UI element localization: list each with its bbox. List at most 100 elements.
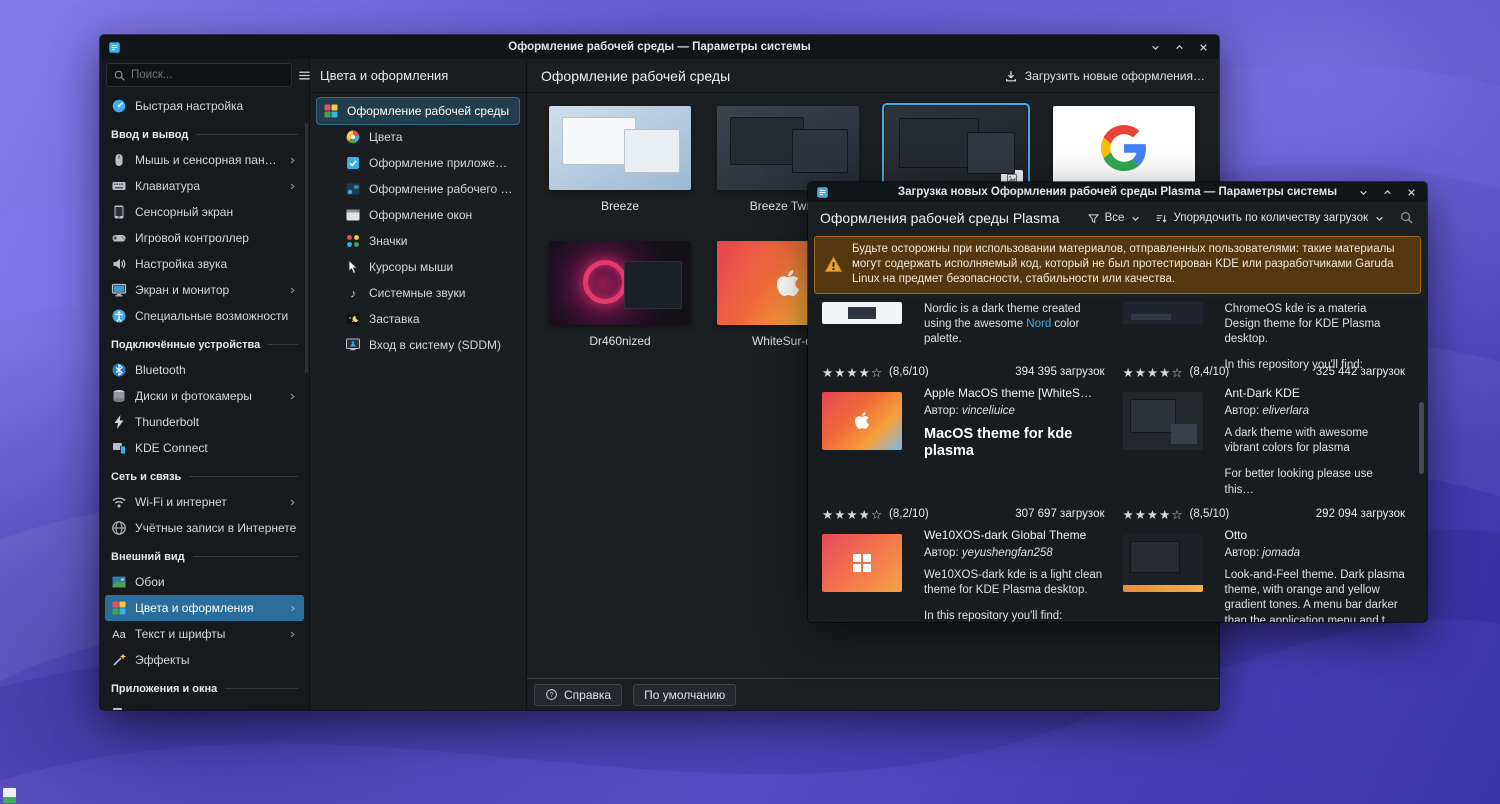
inline-link[interactable]: Nord	[1026, 318, 1051, 330]
app-style-icon	[345, 155, 361, 171]
theme-entry[interactable]: Otto Автор: jomada Look-and-Feel theme. …	[1122, 528, 1406, 622]
subnav-item[interactable]: Цвета	[317, 124, 519, 150]
sidebar-nav: Быстрая настройка Ввод и вывод Мышь и се…	[100, 91, 309, 710]
sidebar-item[interactable]: Bluetooth	[105, 357, 304, 383]
sidebar-item[interactable]: Цвета и оформления	[105, 595, 304, 621]
search-icon	[113, 69, 126, 82]
desktop: Оформление рабочей среды — Параметры сис…	[0, 0, 1500, 804]
theme-preview[interactable]	[549, 241, 691, 325]
entry-author: Автор: jomada	[1224, 547, 1301, 560]
entry-description: Look-and-Feel theme. Dark plasma theme, …	[1224, 568, 1405, 622]
sidebar-item[interactable]: Клавиатура	[105, 173, 304, 199]
chevron-right-icon	[287, 155, 298, 166]
theme-entry[interactable]: Apple MacOS theme [WhiteS… Автор: vincel…	[822, 386, 1105, 528]
sidebar-item[interactable]: Игровой контроллер	[105, 225, 304, 251]
theme-name: Dr460nized	[589, 334, 651, 348]
theme-preview[interactable]	[1053, 106, 1195, 190]
theme-entry[interactable]: We10XOS-dark Global Theme Автор: yeyushe…	[822, 528, 1105, 622]
sidebar-item[interactable]: Экран и монитор	[105, 277, 304, 303]
sidebar-item[interactable]: Aa Текст и шрифты	[105, 621, 304, 647]
chevron-right-icon	[287, 629, 298, 640]
subnav-item[interactable]: Вход в систему (SDDM)	[317, 332, 519, 358]
subnav-item[interactable]: Оформление рабочего сто…	[317, 176, 519, 202]
entry-thumbnail	[822, 533, 902, 592]
theme-card[interactable]: Breeze	[549, 106, 691, 241]
global-theme-icon	[323, 103, 339, 119]
theme-entry[interactable]: Nordic is a dark theme created using the…	[822, 301, 1105, 386]
sidebar-item[interactable]: Диски и фотокамеры	[105, 383, 304, 409]
sidebar-item[interactable]: Сенсорный экран	[105, 199, 304, 225]
system-settings-app-icon	[108, 41, 121, 54]
sidebar-item[interactable]: Настройка звука	[105, 251, 304, 277]
theme-entry[interactable]: ChromeOS kde is a materia Design theme f…	[1122, 301, 1405, 386]
download-icon	[1004, 69, 1018, 83]
dialog-search-button[interactable]	[1399, 210, 1415, 226]
theme-preview[interactable]	[549, 106, 691, 190]
sidebar-item[interactable]: Мышь и сенсорная панель	[105, 147, 304, 173]
touchscreen-icon	[111, 204, 127, 220]
entry-title: Apple MacOS theme [WhiteS…	[924, 385, 1093, 400]
get-new-themes-dialog: Загрузка новых Оформления рабочей среды …	[808, 182, 1427, 622]
sidebar-item[interactable]	[105, 701, 304, 710]
sidebar-item[interactable]: KDE Connect	[105, 435, 304, 461]
dialog-maximize-button[interactable]	[1380, 185, 1395, 200]
chevron-right-icon	[287, 391, 298, 402]
filter-dropdown[interactable]: Все	[1087, 212, 1143, 225]
theme-card[interactable]: Dr460nized	[549, 241, 691, 376]
sidebar-item[interactable]: Эффекты	[105, 647, 304, 673]
window-decorations-icon	[345, 207, 361, 223]
entry-author: Автор: yeyushengfan258	[924, 547, 1053, 560]
subnav-item[interactable]: Курсоры мыши	[317, 254, 519, 280]
sidebar-item[interactable]: Быстрая настройка	[105, 93, 304, 119]
scrollbar-handle[interactable]	[1419, 402, 1424, 474]
google-logo	[1101, 125, 1147, 171]
chevron-right-icon	[287, 285, 298, 296]
cursors-icon	[345, 259, 361, 275]
sidebar-item[interactable]: Специальные возможности	[105, 303, 304, 329]
desktop-file-icon[interactable]	[3, 788, 16, 803]
icons-icon	[345, 233, 361, 249]
minimize-button[interactable]	[1148, 40, 1163, 55]
maximize-button[interactable]	[1172, 40, 1187, 55]
close-button[interactable]	[1196, 40, 1211, 55]
search-box[interactable]	[106, 63, 292, 87]
theme-entry[interactable]: Ant-Dark KDE Автор: eliverlara A dark th…	[1122, 386, 1405, 528]
quick-settings-icon	[111, 98, 127, 114]
search-input[interactable]	[131, 69, 285, 81]
subnav-item[interactable]: Значки	[317, 228, 519, 254]
rating-stars: ★★★★☆	[1122, 507, 1184, 522]
help-icon: ?	[545, 688, 558, 701]
get-new-themes-button[interactable]: Загрузить новые оформления…	[1004, 69, 1205, 83]
dialog-minimize-button[interactable]	[1356, 185, 1371, 200]
svg-text:Aa: Aa	[112, 629, 126, 641]
screen-locking-icon	[345, 311, 361, 327]
menu-button[interactable]	[297, 63, 312, 87]
dialog-close-button[interactable]	[1404, 185, 1419, 200]
defaults-button[interactable]: По умолчанию	[633, 683, 737, 706]
main-titlebar[interactable]: Оформление рабочей среды — Параметры сис…	[100, 35, 1219, 59]
subnav-item[interactable]: Оформление окон	[317, 202, 519, 228]
subnav-item[interactable]: Оформление приложений	[317, 150, 519, 176]
dialog-scrollbar[interactable]	[1418, 256, 1425, 618]
kdeconnect-icon	[111, 440, 127, 456]
sidebar-item[interactable]: Wi-Fi и интернет	[105, 489, 304, 515]
theme-preview[interactable]	[717, 106, 859, 190]
sidebar-item[interactable]: Thunderbolt	[105, 409, 304, 435]
dialog-titlebar[interactable]: Загрузка новых Оформления рабочей среды …	[808, 182, 1427, 202]
entry-thumbnail	[822, 301, 902, 324]
accessibility-icon	[111, 308, 127, 324]
sidebar-item[interactable]: Учётные записи в Интернете	[105, 515, 304, 541]
theme-preview[interactable]	[882, 103, 1030, 193]
subnav-item[interactable]: Оформление рабочей среды	[316, 97, 520, 125]
sidebar-item[interactable]: Обои	[105, 569, 304, 595]
theme-entry-list: Nordic is a dark theme created using the…	[808, 297, 1427, 622]
subnav-item[interactable]: ♪ Системные звуки	[317, 280, 519, 306]
subnav-item[interactable]: Заставка	[317, 306, 519, 332]
entry-author: Автор: eliverlara	[1224, 405, 1310, 418]
sort-icon	[1155, 212, 1168, 225]
svg-text:?: ?	[550, 692, 554, 699]
keyboard-icon	[111, 178, 127, 194]
sort-dropdown[interactable]: Упорядочить по количеству загрузок	[1155, 212, 1386, 225]
help-button[interactable]: ? Справка	[534, 683, 623, 706]
page-title: Оформление рабочей среды	[541, 67, 731, 84]
